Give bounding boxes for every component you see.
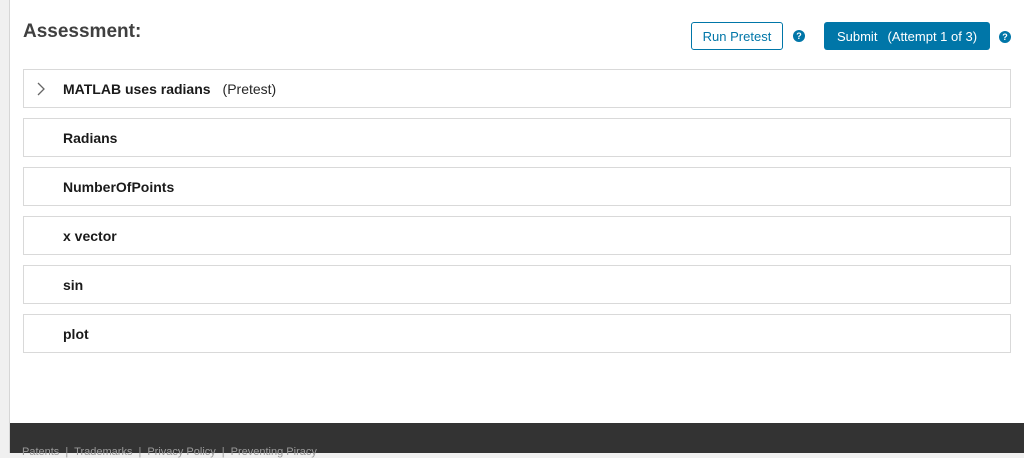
footer-link-patents[interactable]: Patents	[22, 446, 59, 458]
footer-link-privacy-policy[interactable]: Privacy Policy	[147, 446, 215, 458]
run-pretest-label: Run Pretest	[702, 28, 772, 44]
test-row-sin[interactable]: sin	[23, 265, 1011, 304]
test-row-x-vector[interactable]: x vector	[23, 216, 1011, 255]
footer-link-preventing-piracy[interactable]: Preventing Piracy	[231, 446, 317, 458]
page-title: Assessment:	[23, 21, 142, 42]
question-circle-icon[interactable]: ?	[999, 31, 1011, 43]
test-row-plot[interactable]: plot	[23, 314, 1011, 353]
pretest-tag: (Pretest)	[222, 81, 277, 97]
footer: Patents | Trademarks | Privacy Policy | Preven…	[10, 423, 1024, 458]
chevron-right-icon[interactable]	[35, 82, 47, 96]
question-circle-icon[interactable]: ?	[793, 30, 805, 42]
test-row-matlab-uses-radians[interactable]: MATLAB uses radians (Pretest)	[23, 69, 1011, 108]
test-name: x vector	[63, 228, 117, 244]
submit-label: Submit	[836, 28, 878, 44]
test-name: plot	[63, 326, 89, 342]
submit-button[interactable]: Submit (Attempt 1 of 3)	[824, 22, 990, 50]
test-name: sin	[63, 277, 84, 293]
test-row-numberofpoints[interactable]: NumberOfPoints	[23, 167, 1011, 206]
test-row-radians[interactable]: Radians	[23, 118, 1011, 157]
footer-links: Patents | Trademarks | Privacy Policy | Preven…	[22, 446, 317, 458]
test-name: MATLAB uses radians	[63, 81, 211, 97]
test-list: MATLAB uses radians (Pretest) Radians Num…	[23, 69, 1011, 363]
assessment-header: Assessment: Run Pretest ? Submit (Attemp…	[23, 0, 1011, 62]
test-name: NumberOfPoints	[63, 179, 175, 195]
run-pretest-button[interactable]: Run Pretest	[691, 22, 783, 50]
test-name: Radians	[63, 130, 118, 146]
submit-attempt-count: (Attempt 1 of 3)	[887, 28, 978, 44]
assessment-page: Assessment: Run Pretest ? Submit (Attemp…	[9, 0, 1024, 458]
footer-link-trademarks[interactable]: Trademarks	[74, 446, 132, 458]
